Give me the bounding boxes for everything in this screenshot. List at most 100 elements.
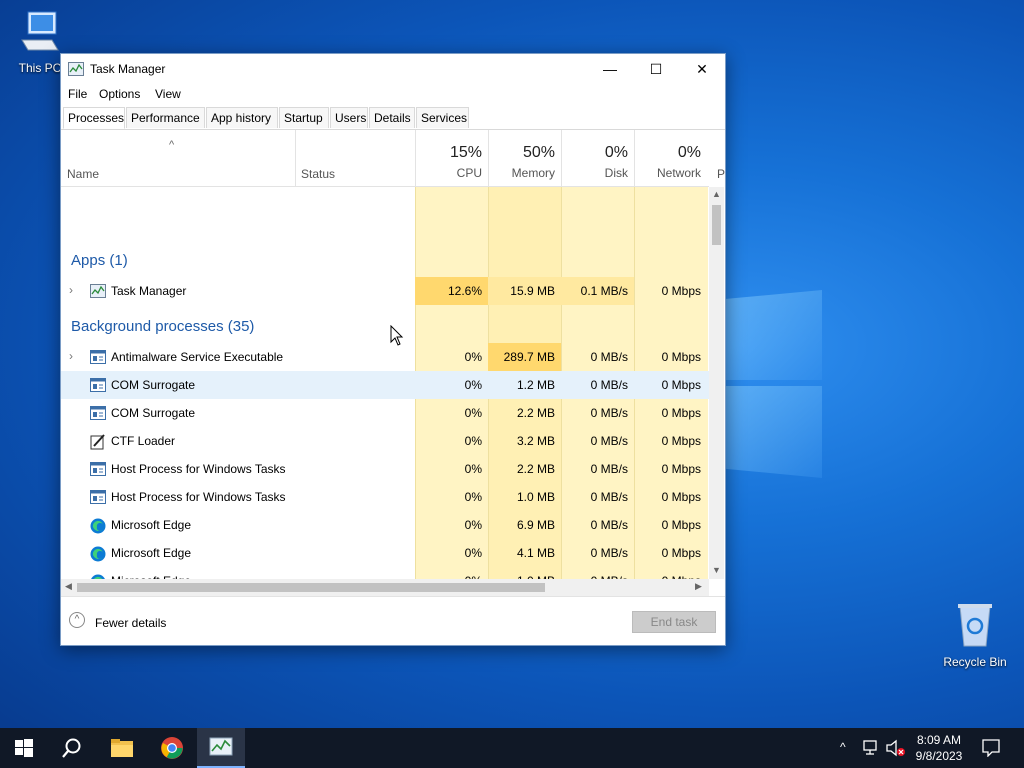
maximize-button[interactable]: ☐ xyxy=(633,54,679,84)
process-disk-value: 0 MB/s xyxy=(590,490,628,504)
sort-ascending-icon: ^ xyxy=(169,139,175,151)
process-memory-value: 6.9 MB xyxy=(516,518,555,532)
process-network-value: 0 Mbps xyxy=(661,350,701,364)
process-cpu-value: 0% xyxy=(464,406,482,420)
scroll-right-icon[interactable]: ▶ xyxy=(695,581,702,592)
tab-users[interactable]: Users xyxy=(330,107,368,128)
vertical-scroll-thumb[interactable] xyxy=(712,205,721,245)
fewer-details-link[interactable]: Fewer details xyxy=(95,616,166,630)
tab-strip: Processes Performance App history Startu… xyxy=(61,107,725,130)
process-row[interactable]: Microsoft Edge 0% 4.1 MB 0 MB/s 0 Mbps xyxy=(61,539,709,567)
vertical-scrollbar[interactable]: ▲ ▼ xyxy=(709,187,724,579)
disk-label: Disk xyxy=(604,166,628,180)
tab-processes[interactable]: Processes xyxy=(63,107,125,129)
scroll-down-icon[interactable]: ▼ xyxy=(712,565,721,575)
end-task-button[interactable]: End task xyxy=(632,611,716,633)
file-explorer-button[interactable] xyxy=(98,728,146,768)
title-bar[interactable]: Task Manager — ☐ ✕ xyxy=(61,54,725,84)
scroll-up-icon[interactable]: ▲ xyxy=(712,189,721,199)
process-cpu-value: 0% xyxy=(464,518,482,532)
tab-app-history[interactable]: App history xyxy=(206,107,278,128)
process-name: Microsoft Edge xyxy=(111,546,192,560)
column-header-disk[interactable]: 0% Disk xyxy=(561,130,634,186)
process-network-value: 0 Mbps xyxy=(661,518,701,532)
ctf-loader-icon xyxy=(90,434,106,450)
service-icon xyxy=(90,350,106,364)
show-hidden-icons-chevron-icon[interactable]: ^ xyxy=(840,740,846,754)
edge-icon xyxy=(90,546,106,562)
process-row[interactable]: Host Process for Windows Tasks 0% 2.2 MB 0 … xyxy=(61,455,709,483)
process-row[interactable]: COM Surrogate 0% 1.2 MB 0 MB/s 0 Mbps xyxy=(61,371,709,399)
expand-chevron-icon[interactable]: › xyxy=(69,283,73,297)
column-header-status: Status xyxy=(301,167,336,181)
desktop-icon-label: Recycle Bin xyxy=(943,655,1007,669)
process-row[interactable]: Microsoft Edge 0% 6.9 MB 0 MB/s 0 Mbps xyxy=(61,511,709,539)
tab-services[interactable]: Services xyxy=(416,107,469,128)
tab-performance[interactable]: Performance xyxy=(126,107,205,128)
service-icon xyxy=(90,490,106,504)
action-center-icon[interactable] xyxy=(982,739,1000,757)
column-header-name[interactable]: Name xyxy=(67,167,99,181)
memory-total: 50% xyxy=(522,144,555,161)
process-row[interactable]: › Antimalware Service Executable 0% 289.7 M… xyxy=(61,343,709,371)
system-clock[interactable]: 8:09 AM 9/8/2023 xyxy=(908,732,970,764)
process-cpu-value: 0% xyxy=(464,462,482,476)
column-header-network[interactable]: 0% Network xyxy=(634,130,707,186)
desktop-icon-recycle-bin[interactable]: Recycle Bin xyxy=(937,602,1013,669)
recycle-bin-icon xyxy=(937,602,1013,651)
expand-chevron-icon[interactable]: › xyxy=(69,349,73,363)
network-icon[interactable] xyxy=(862,740,880,756)
task-manager-icon xyxy=(68,62,84,76)
menu-file[interactable]: File xyxy=(68,87,87,101)
volume-muted-icon[interactable] xyxy=(886,739,906,757)
menu-options[interactable]: Options xyxy=(99,87,140,101)
service-icon xyxy=(90,378,106,392)
process-network-value: 0 Mbps xyxy=(661,284,701,298)
horizontal-scrollbar[interactable]: ◀ ▶ xyxy=(61,579,709,596)
process-memory-value: 2.2 MB xyxy=(516,406,555,420)
task-manager-icon xyxy=(209,737,233,756)
file-explorer-icon xyxy=(111,739,133,757)
scroll-left-icon[interactable]: ◀ xyxy=(65,581,72,592)
horizontal-scroll-thumb[interactable] xyxy=(77,583,545,592)
group-title-background: Background processes (35) xyxy=(71,318,255,335)
column-header-memory[interactable]: 50% Memory xyxy=(488,130,561,186)
minimize-button[interactable]: — xyxy=(587,54,633,84)
process-disk-value: 0 MB/s xyxy=(590,546,628,560)
chrome-button[interactable] xyxy=(148,728,196,768)
windows-start-button[interactable] xyxy=(0,728,48,768)
network-label: Network xyxy=(656,166,701,180)
process-memory-value: 15.9 MB xyxy=(510,284,555,298)
menu-view[interactable]: View xyxy=(155,87,181,101)
process-row[interactable]: COM Surrogate 0% 2.2 MB 0 MB/s 0 Mbps xyxy=(61,399,709,427)
close-button[interactable]: ✕ xyxy=(679,54,725,84)
chevron-up-icon[interactable]: ^ xyxy=(69,612,85,628)
search-button[interactable] xyxy=(48,728,96,768)
column-header-power-truncated[interactable]: P xyxy=(717,167,725,181)
process-disk-value: 0 MB/s xyxy=(590,406,628,420)
clock-time: 8:09 AM xyxy=(916,733,962,747)
search-icon xyxy=(62,738,81,758)
process-cpu-value: 0% xyxy=(464,434,482,448)
process-cpu-value: 0% xyxy=(464,378,482,392)
taskbar: ^ 8:09 AM 9/8/2023 xyxy=(0,728,1024,768)
process-disk-value: 0.1 MB/s xyxy=(580,284,628,298)
tab-details[interactable]: Details xyxy=(369,107,415,128)
process-disk-value: 0 MB/s xyxy=(590,378,628,392)
task-manager-taskbar-button[interactable] xyxy=(197,728,245,768)
process-cpu-value: 0% xyxy=(464,350,482,364)
desktop-icon-label: This PC xyxy=(18,61,62,75)
edge-icon xyxy=(90,518,106,534)
process-disk-value: 0 MB/s xyxy=(590,434,628,448)
column-header-cpu[interactable]: 15% CPU xyxy=(415,130,488,186)
tab-startup[interactable]: Startup xyxy=(279,107,329,128)
process-disk-value: 0 MB/s xyxy=(590,350,628,364)
process-name: CTF Loader xyxy=(111,434,176,448)
process-disk-value: 0 MB/s xyxy=(590,518,628,532)
disk-total: 0% xyxy=(604,144,628,161)
process-row[interactable]: CTF Loader 0% 3.2 MB 0 MB/s 0 Mbps xyxy=(61,427,709,455)
process-row[interactable]: › Task Manager 12.6% 15.9 MB 0.1 MB/s 0 Mbps xyxy=(61,277,709,305)
process-memory-value: 1.2 MB xyxy=(516,378,555,392)
process-row[interactable]: Microsoft Edge0%1.0 MB0 MB/s0 Mbps xyxy=(61,567,709,579)
process-row[interactable]: Host Process for Windows Tasks 0% 1.0 MB 0 … xyxy=(61,483,709,511)
